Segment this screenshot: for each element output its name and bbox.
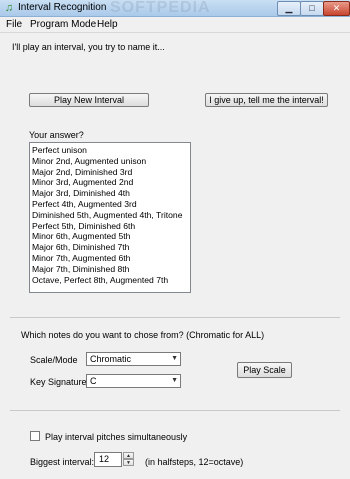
separator <box>10 410 340 411</box>
give-up-button[interactable]: I give up, tell me the interval! <box>205 93 328 107</box>
biggest-interval-label: Biggest interval: <box>30 457 95 467</box>
play-new-interval-button[interactable]: Play New Interval <box>29 93 149 107</box>
list-item[interactable]: Minor 7th, Augmented 6th <box>32 253 188 264</box>
list-item[interactable]: Major 7th, Diminished 8th <box>32 264 188 275</box>
list-item[interactable]: Major 2nd, Diminished 3rd <box>32 167 188 178</box>
play-scale-button[interactable]: Play Scale <box>237 362 292 378</box>
interval-recognition-window: ♫ Interval Recognition SOFTPEDIA ▁ □ ✕ F… <box>0 0 350 479</box>
list-item[interactable]: Minor 2nd, Augmented unison <box>32 156 188 167</box>
notes-question-label: Which notes do you want to chose from? (… <box>21 330 265 340</box>
list-item[interactable]: Perfect 4th, Augmented 3rd <box>32 199 188 210</box>
chevron-down-icon: ▼ <box>171 377 178 384</box>
maximize-button[interactable]: □ <box>300 1 324 16</box>
answer-label: Your answer? <box>29 130 84 140</box>
list-item[interactable]: Perfect unison <box>32 145 188 156</box>
title-bar: ♫ Interval Recognition SOFTPEDIA ▁ □ ✕ <box>0 0 350 17</box>
simultaneous-label[interactable]: Play interval pitches simultaneously <box>45 432 187 442</box>
minimize-button[interactable]: ▁ <box>277 1 301 16</box>
key-signature-label: Key Signature <box>30 377 87 387</box>
list-item[interactable]: Major 6th, Diminished 7th <box>32 242 188 253</box>
watermark: SOFTPEDIA <box>110 0 211 16</box>
close-button[interactable]: ✕ <box>323 1 350 16</box>
list-item[interactable]: Diminished 5th, Augmented 4th, Tritone <box>32 210 188 221</box>
instructions-text: I'll play an interval, you try to name i… <box>12 42 165 52</box>
menu-bar: File Program Mode Help <box>0 17 350 33</box>
arrow-up-icon[interactable]: ▲ <box>123 452 134 459</box>
list-item[interactable]: Minor 6th, Augmented 5th <box>32 231 188 242</box>
chevron-down-icon: ▼ <box>171 355 178 362</box>
menu-program-mode[interactable]: Program Mode <box>30 19 96 30</box>
list-item[interactable]: Major 3rd, Diminished 4th <box>32 188 188 199</box>
list-item[interactable]: Perfect 5th, Diminished 6th <box>32 221 188 232</box>
list-item[interactable]: Octave, Perfect 8th, Augmented 7th <box>32 275 188 286</box>
music-note-icon: ♫ <box>4 2 14 14</box>
list-item[interactable]: Minor 3rd, Augmented 2nd <box>32 177 188 188</box>
separator <box>10 317 340 318</box>
key-signature-value: C <box>90 376 97 386</box>
answer-listbox[interactable]: Perfect unison Minor 2nd, Augmented unis… <box>29 142 191 293</box>
arrow-down-icon[interactable]: ▼ <box>123 459 134 466</box>
biggest-interval-input[interactable]: 12 <box>94 452 122 467</box>
simultaneous-checkbox[interactable] <box>30 431 40 441</box>
scale-mode-select[interactable]: Chromatic ▼ <box>86 352 181 366</box>
scale-mode-value: Chromatic <box>90 354 132 364</box>
menu-help[interactable]: Help <box>97 19 118 30</box>
window-title: Interval Recognition <box>18 2 107 13</box>
biggest-interval-hint: (in halfsteps, 12=octave) <box>145 457 244 467</box>
menu-file[interactable]: File <box>6 19 22 30</box>
scale-mode-label: Scale/Mode <box>30 355 78 365</box>
key-signature-select[interactable]: C ▼ <box>86 374 181 388</box>
